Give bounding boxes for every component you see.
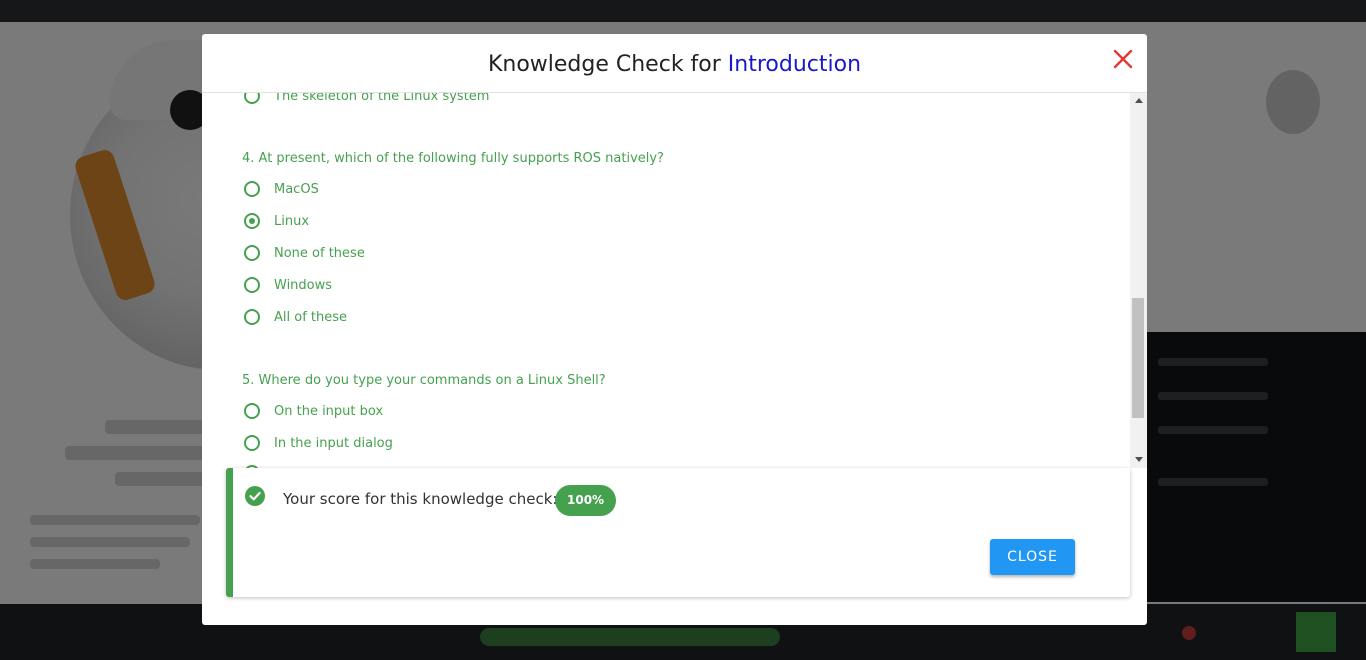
close-x-icon[interactable] bbox=[1112, 48, 1134, 70]
modal-header: Knowledge Check for Introduction bbox=[202, 34, 1147, 93]
questions-scroll-area[interactable]: The skeleton of the Linux system 4. At p… bbox=[202, 93, 1130, 469]
radio-button[interactable] bbox=[244, 435, 260, 451]
radio-button[interactable] bbox=[244, 277, 260, 293]
radio-button[interactable] bbox=[244, 93, 260, 104]
answer-option[interactable]: MacOS bbox=[244, 179, 319, 199]
score-badge: 100% bbox=[555, 485, 617, 516]
answer-option[interactable]: In the input dialog bbox=[244, 433, 393, 453]
answer-option[interactable]: None of these bbox=[244, 243, 365, 263]
answer-option-label: In the input dialog bbox=[274, 435, 393, 451]
answer-option-label: The skeleton of the Linux system bbox=[274, 93, 490, 104]
radio-button[interactable] bbox=[244, 181, 260, 197]
answer-option-label: Linux bbox=[274, 213, 310, 229]
answer-option-label: Windows bbox=[274, 277, 333, 293]
scroll-down-arrow-icon[interactable] bbox=[1135, 457, 1143, 462]
radio-button-selected[interactable] bbox=[244, 213, 260, 229]
answer-option[interactable]: The skeleton of the Linux system bbox=[244, 93, 489, 106]
modal-title-prefix: Knowledge Check for bbox=[487, 52, 728, 77]
scrollbar[interactable] bbox=[1130, 93, 1147, 468]
modal-title: Knowledge Check for Introduction bbox=[202, 52, 1147, 77]
answer-option[interactable]: Windows bbox=[244, 275, 332, 295]
scroll-up-arrow-icon[interactable] bbox=[1135, 98, 1143, 103]
scrollbar-thumb[interactable] bbox=[1132, 298, 1144, 418]
radio-button[interactable] bbox=[244, 245, 260, 261]
radio-button[interactable] bbox=[244, 309, 260, 325]
answer-option-label: MacOS bbox=[274, 181, 319, 197]
close-button[interactable]: CLOSE bbox=[990, 539, 1075, 575]
answer-option-label: None of these bbox=[274, 245, 365, 261]
answer-option[interactable]: Linux bbox=[244, 211, 309, 231]
score-label: Your score for this knowledge check: bbox=[283, 490, 558, 508]
answer-option-label: All of these bbox=[274, 309, 348, 325]
answer-option[interactable]: All of these bbox=[244, 307, 347, 327]
check-circle-icon bbox=[245, 486, 265, 506]
answer-option-label: On the input box bbox=[274, 403, 384, 419]
question-title: 4. At present, which of the following fu… bbox=[242, 151, 664, 166]
question-title: 5. Where do you type your commands on a … bbox=[242, 373, 606, 388]
modal-title-highlight: Introduction bbox=[727, 52, 862, 77]
answer-option[interactable]: On the input box bbox=[244, 401, 383, 421]
score-result-card: Your score for this knowledge check: 100… bbox=[226, 468, 1130, 597]
radio-button[interactable] bbox=[244, 403, 260, 419]
knowledge-check-modal: Knowledge Check for Introduction The ske… bbox=[202, 34, 1147, 625]
